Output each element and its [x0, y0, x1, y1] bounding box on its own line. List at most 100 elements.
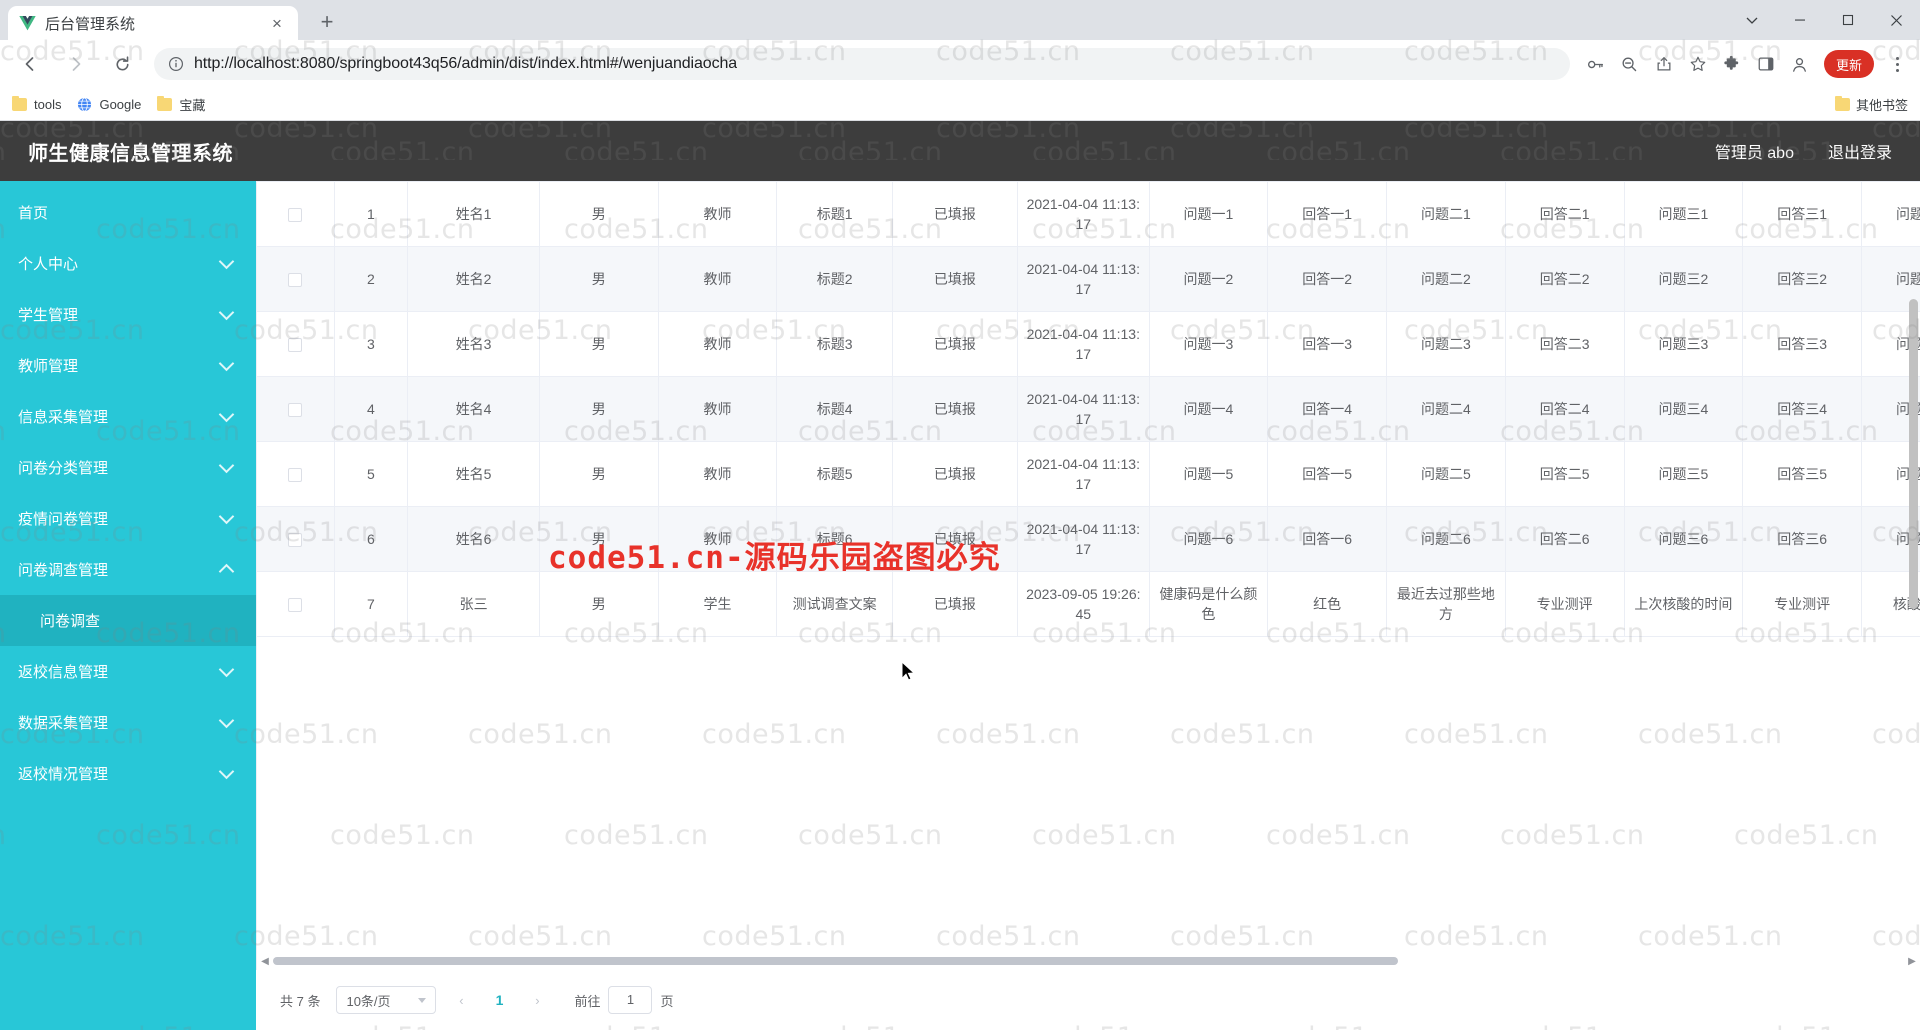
zoom-out-icon[interactable] — [1614, 48, 1646, 80]
row-checkbox[interactable] — [288, 272, 303, 287]
toolbar-icon-group: 更新 — [1580, 48, 1912, 80]
row-checkbox[interactable] — [288, 337, 303, 352]
maximize-icon[interactable] — [1824, 0, 1872, 40]
sidebar-item-student-management[interactable]: 学生管理 — [0, 289, 256, 340]
extensions-icon[interactable] — [1716, 48, 1748, 80]
row-checkbox[interactable] — [288, 467, 303, 482]
cell-role: 教师 — [658, 506, 778, 572]
table-row[interactable]: 4 姓名4 男 教师 标题4 已填报 2021-04-04 11:13:17 问… — [257, 376, 1920, 442]
page-scrollbar[interactable] — [1906, 181, 1920, 1030]
site-info-icon[interactable] — [168, 56, 184, 72]
other-bookmarks-label: 其他书签 — [1855, 97, 1908, 113]
update-button[interactable]: 更新 — [1823, 50, 1874, 78]
row-checkbox-cell[interactable] — [257, 181, 335, 247]
share-icon[interactable] — [1648, 48, 1680, 80]
back-icon[interactable] — [13, 47, 47, 81]
bookmark-item[interactable]: tools — [12, 95, 61, 112]
cell-a1: 回答一5 — [1267, 441, 1388, 507]
sidebar-item-questionnaire-category-management[interactable]: 问卷分类管理 — [0, 442, 256, 493]
row-checkbox-cell[interactable] — [257, 246, 335, 312]
bookmark-star-icon[interactable] — [1682, 48, 1714, 80]
address-bar[interactable]: http://localhost:8080/springboot43q56/ad… — [154, 48, 1570, 80]
page-size-select[interactable]: 10条/页 — [336, 986, 437, 1014]
new-tab-button[interactable]: + — [310, 5, 344, 39]
sidebar-item-return-school-info-management[interactable]: 返校信息管理 — [0, 646, 256, 697]
sidebar-item-teacher-management[interactable]: 教师管理 — [0, 340, 256, 391]
sidebar-item-home[interactable]: 首页 — [0, 187, 256, 238]
sidebar-item-personal-center[interactable]: 个人中心 — [0, 238, 256, 289]
key-icon[interactable] — [1580, 48, 1612, 80]
sidebar-item-data-collection-management[interactable]: 数据采集管理 — [0, 697, 256, 748]
cell-time: 2021-04-04 11:13:17 — [1017, 311, 1150, 377]
row-checkbox[interactable] — [288, 532, 303, 547]
logout-button[interactable]: 退出登录 — [1828, 139, 1892, 163]
side-panel-icon[interactable] — [1750, 48, 1782, 80]
cell-a2: 回答二2 — [1505, 246, 1625, 312]
cell-state: 已填报 — [892, 311, 1019, 377]
row-checkbox-cell[interactable] — [257, 311, 335, 377]
row-checkbox-cell[interactable] — [257, 571, 335, 637]
cell-q3: 问题三4 — [1624, 376, 1744, 442]
cell-sex: 男 — [539, 441, 659, 507]
page-jump-input[interactable]: 1 — [608, 986, 653, 1014]
cell-role: 教师 — [658, 311, 778, 377]
row-checkbox-cell[interactable] — [257, 376, 335, 442]
reload-icon[interactable] — [105, 47, 139, 81]
page-scrollbar-thumb[interactable] — [1909, 299, 1918, 609]
close-icon[interactable]: × — [266, 12, 288, 34]
row-checkbox-cell[interactable] — [257, 506, 335, 572]
table-row[interactable]: 7 张三 男 学生 测试调查文案 已填报 2023-09-05 19:26:45… — [257, 571, 1920, 637]
cell-a1: 回答一3 — [1267, 311, 1388, 377]
sidebar-item-label: 疫情问卷管理 — [18, 511, 109, 528]
cell-sex: 男 — [539, 506, 659, 572]
row-checkbox[interactable] — [288, 207, 303, 222]
table-row[interactable]: 2 姓名2 男 教师 标题2 已填报 2021-04-04 11:13:17 问… — [257, 246, 1920, 312]
cell-state: 已填报 — [892, 506, 1019, 572]
profile-avatar-icon[interactable] — [1784, 48, 1816, 80]
table-row[interactable]: 5 姓名5 男 教师 标题5 已填报 2021-04-04 11:13:17 问… — [257, 441, 1920, 507]
cell-title: 标题6 — [776, 506, 893, 572]
data-table-scroll-area[interactable]: 1 姓名1 男 教师 标题1 已填报 2021-04-04 11:13:17 问… — [257, 181, 1920, 952]
cell-state: 已填报 — [892, 181, 1019, 247]
cell-role: 教师 — [658, 441, 778, 507]
cell-sex: 男 — [539, 181, 659, 247]
close-window-icon[interactable] — [1872, 0, 1920, 40]
table-row[interactable]: 6 姓名6 男 教师 标题6 已填报 2021-04-04 11:13:17 问… — [257, 506, 1920, 572]
chrome-menu-icon[interactable] — [1882, 48, 1912, 80]
jump-suffix-label: 页 — [660, 993, 674, 1009]
tab-strip: 后台管理系统 × + — [0, 0, 1920, 40]
minimize-icon[interactable] — [1776, 0, 1824, 40]
sidebar-item-label: 问卷分类管理 — [18, 460, 109, 477]
sidebar-item-epidemic-questionnaire-management[interactable]: 疫情问卷管理 — [0, 493, 256, 544]
cell-title: 测试调查文案 — [776, 571, 893, 637]
table-horizontal-scrollbar[interactable]: ◀ ▶ — [257, 952, 1920, 970]
chevron-down-icon[interactable] — [1728, 0, 1776, 40]
other-bookmarks[interactable]: 其他书签 — [1834, 95, 1908, 114]
sidebar-subitem-questionnaire-survey[interactable]: 问卷调查 — [0, 595, 256, 646]
table-row[interactable]: 3 姓名3 男 教师 标题3 已填报 2021-04-04 11:13:17 问… — [257, 311, 1920, 377]
cell-name: 姓名6 — [407, 506, 540, 572]
sidebar-item-questionnaire-survey-management[interactable]: 问卷调查管理 — [0, 544, 256, 595]
cell-time: 2021-04-04 11:13:17 — [1017, 506, 1150, 572]
next-page-button[interactable]: › — [524, 986, 550, 1014]
bookmark-item[interactable]: Google — [77, 97, 141, 112]
chevron-down-icon — [218, 457, 235, 474]
vue-logo-icon — [18, 14, 36, 32]
row-checkbox[interactable] — [288, 402, 303, 417]
bookmark-item[interactable]: 宝藏 — [157, 95, 205, 114]
row-checkbox[interactable] — [288, 597, 303, 612]
scrollbar-thumb[interactable] — [273, 957, 1398, 965]
chevron-down-icon — [218, 661, 235, 678]
cell-role: 教师 — [658, 181, 778, 247]
browser-tab[interactable]: 后台管理系统 × — [8, 6, 298, 40]
cell-a2: 专业测评 — [1505, 571, 1625, 637]
page-number-1[interactable]: 1 — [486, 986, 512, 1014]
sidebar-item-return-school-status-management[interactable]: 返校情况管理 — [0, 748, 256, 799]
sidebar-item-info-collection-management[interactable]: 信息采集管理 — [0, 391, 256, 442]
table-row[interactable]: 1 姓名1 男 教师 标题1 已填报 2021-04-04 11:13:17 问… — [257, 181, 1920, 247]
forward-icon[interactable] — [59, 47, 93, 81]
scrollbar-track[interactable] — [273, 956, 1904, 966]
scroll-left-icon[interactable]: ◀ — [257, 952, 273, 970]
prev-page-button[interactable]: ‹ — [448, 986, 474, 1014]
row-checkbox-cell[interactable] — [257, 441, 335, 507]
